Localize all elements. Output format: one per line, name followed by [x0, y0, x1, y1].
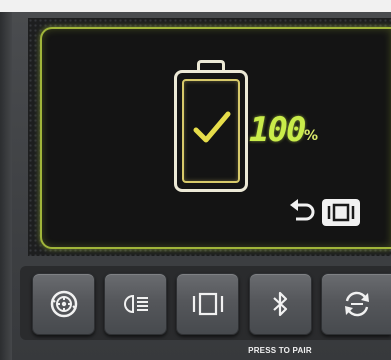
screen-mode-icon[interactable] — [322, 199, 360, 226]
sync-icon — [344, 291, 369, 317]
display-button[interactable] — [176, 273, 239, 335]
sync-button[interactable] — [321, 273, 391, 335]
device-edge — [0, 12, 12, 360]
check-icon — [193, 111, 231, 143]
bluetooth-icon — [272, 291, 287, 317]
return-icon[interactable] — [288, 199, 318, 225]
charge-unit: % — [304, 128, 319, 144]
tire-icon — [50, 290, 77, 318]
bluetooth-button[interactable] — [249, 273, 312, 335]
headlight-button[interactable] — [104, 273, 167, 335]
headlight-icon — [123, 294, 148, 314]
bluetooth-pair-hint: PRESS TO PAIR — [248, 346, 312, 355]
charge-percentage: 100 — [249, 110, 306, 150]
screen-mode-icon — [192, 292, 223, 316]
top-strip — [0, 0, 391, 12]
tire-button[interactable] — [32, 273, 95, 335]
